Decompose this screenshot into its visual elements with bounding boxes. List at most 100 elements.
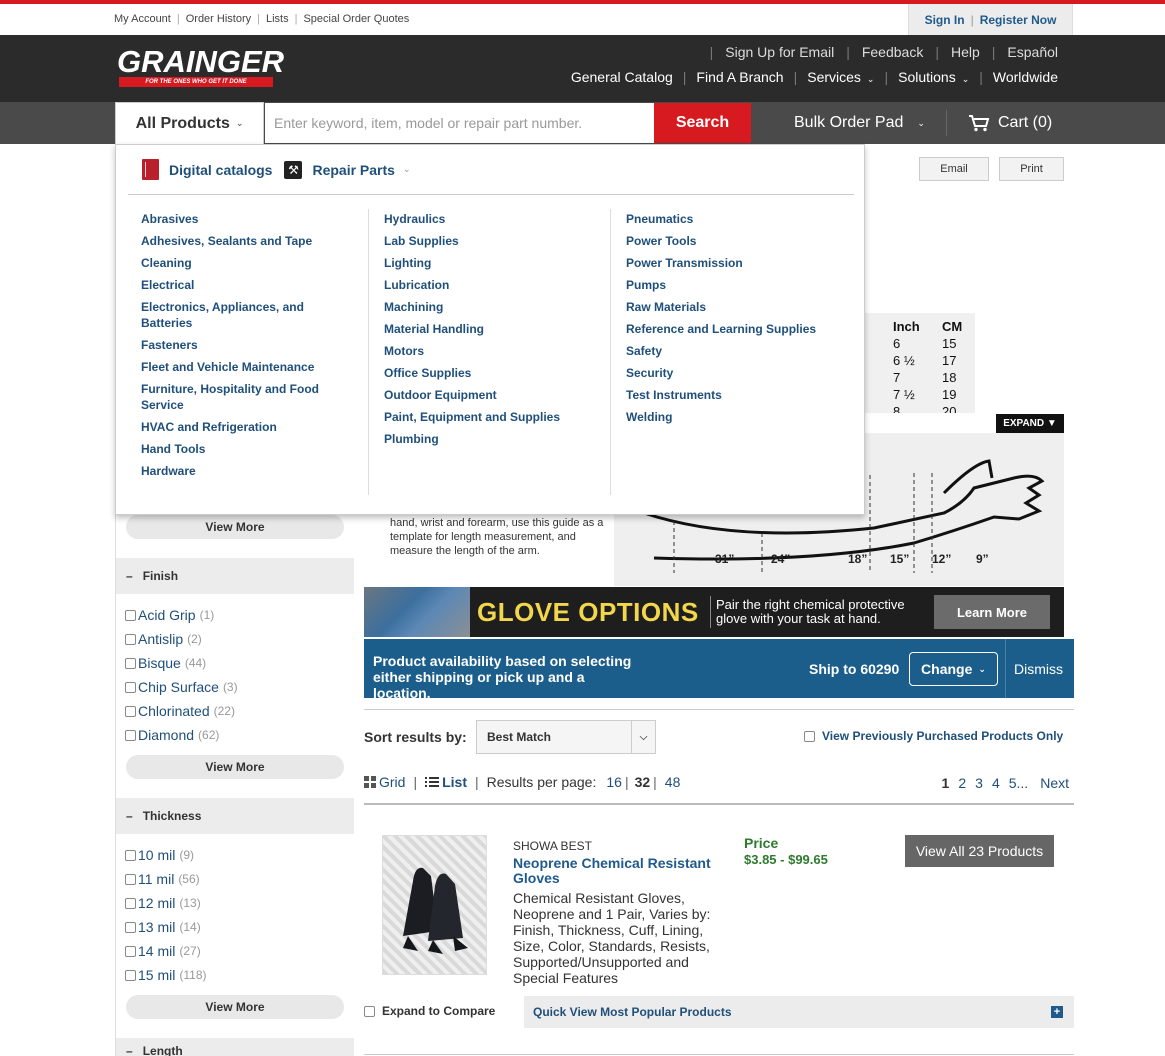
lists-link[interactable]: Lists (266, 13, 289, 25)
checkbox[interactable] (125, 969, 136, 981)
category-link[interactable]: Hydraulics (384, 211, 614, 227)
sort-select[interactable]: Best Match ⌵ (476, 720, 656, 754)
checkbox[interactable] (125, 873, 136, 885)
view-previously-purchased-toggle[interactable]: View Previously Purchased Products Only (804, 729, 1063, 743)
learn-more-button[interactable]: Learn More (934, 595, 1050, 629)
sign-in-link[interactable]: Sign In (925, 13, 965, 27)
checkbox[interactable] (125, 729, 136, 741)
special-order-quotes-link[interactable]: Special Order Quotes (303, 13, 409, 25)
view-all-products-button[interactable]: View All 23 Products (905, 835, 1054, 867)
general-catalog-link[interactable]: General Catalog (571, 69, 673, 85)
view-more-button[interactable]: View More (126, 755, 344, 779)
product-title-link[interactable]: Neoprene Chemical Resistant Gloves (513, 856, 723, 886)
dismiss-button[interactable]: Dismiss (1014, 661, 1063, 677)
checkbox[interactable] (125, 705, 136, 717)
all-products-menu[interactable]: All Products ⌄ (115, 102, 264, 144)
view-more-button[interactable]: View More (126, 515, 344, 539)
category-link[interactable]: Plumbing (384, 431, 614, 447)
page-3[interactable]: 3 (975, 775, 983, 791)
facet-option[interactable]: Chip Surface (3) (125, 675, 238, 699)
category-link[interactable]: Motors (384, 343, 614, 359)
category-link[interactable]: Office Supplies (384, 365, 614, 381)
plus-icon[interactable]: + (1051, 1006, 1063, 1018)
category-link[interactable]: Power Transmission (626, 255, 856, 271)
grainger-logo[interactable]: GRAINGER FOR THE ONES WHO GET IT DONE ® (117, 46, 284, 89)
facet-header-finish[interactable]: – Finish (116, 558, 354, 594)
bulk-order-pad-menu[interactable]: Bulk Order Pad ⌄ (794, 102, 925, 144)
category-link[interactable]: Power Tools (626, 233, 856, 249)
repair-parts-link[interactable]: Repair Parts (312, 162, 394, 178)
category-link[interactable]: Reference and Learning Supplies (626, 321, 856, 337)
search-input[interactable] (265, 103, 654, 143)
glove-options-banner[interactable]: GLOVE OPTIONS Pair the right chemical pr… (364, 587, 1064, 637)
facet-header-length[interactable]: – Length (116, 1038, 354, 1056)
order-history-link[interactable]: Order History (186, 13, 251, 25)
category-link[interactable]: Machining (384, 299, 614, 315)
category-link[interactable]: Security (626, 365, 856, 381)
category-link[interactable]: Furniture, Hospitality and Food Service (141, 381, 331, 413)
page-5[interactable]: 5... (1009, 775, 1028, 791)
facet-option[interactable]: 14 mil (27) (125, 939, 206, 963)
help-link[interactable]: Help (951, 44, 980, 60)
product-image[interactable] (382, 835, 487, 975)
facet-option[interactable]: Bisque (44) (125, 651, 238, 675)
category-link[interactable]: Lubrication (384, 277, 614, 293)
category-link[interactable]: HVAC and Refrigeration (141, 419, 371, 435)
category-link[interactable]: Abrasives (141, 211, 371, 227)
view-more-button[interactable]: View More (126, 995, 344, 1019)
category-link[interactable]: Outdoor Equipment (384, 387, 614, 403)
checkbox[interactable] (125, 657, 136, 669)
sign-up-email-link[interactable]: Sign Up for Email (725, 44, 834, 60)
facet-option[interactable]: Acid Grip (1) (125, 603, 238, 627)
category-link[interactable]: Hand Tools (141, 441, 371, 457)
category-link[interactable]: Pumps (626, 277, 856, 293)
facet-option[interactable]: 10 mil (9) (125, 843, 206, 867)
category-link[interactable]: Material Handling (384, 321, 614, 337)
cart-button[interactable]: Cart (0) (968, 102, 1052, 144)
solutions-menu[interactable]: Solutions ⌄ (898, 69, 969, 85)
expand-to-compare[interactable]: Expand to Compare (364, 1004, 495, 1018)
category-link[interactable]: Adhesives, Sealants and Tape (141, 233, 371, 249)
facet-option[interactable]: 12 mil (13) (125, 891, 206, 915)
category-link[interactable]: Safety (626, 343, 856, 359)
per-page-32[interactable]: 32 (635, 774, 651, 790)
feedback-link[interactable]: Feedback (862, 44, 923, 60)
category-link[interactable]: Paint, Equipment and Supplies (384, 409, 614, 425)
checkbox[interactable] (125, 609, 136, 621)
quick-view-bar[interactable]: Quick View Most Popular Products + (524, 996, 1074, 1028)
checkbox[interactable] (364, 1005, 375, 1017)
list-view-button[interactable]: List (425, 774, 467, 790)
checkbox[interactable] (804, 730, 815, 742)
expand-button[interactable]: EXPAND ▼ (996, 414, 1064, 433)
category-link[interactable]: Lighting (384, 255, 614, 271)
facet-header-thickness[interactable]: – Thickness (116, 798, 354, 834)
checkbox[interactable] (125, 681, 136, 693)
category-link[interactable]: Pneumatics (626, 211, 856, 227)
category-link[interactable]: Electronics, Appliances, and Batteries (141, 299, 326, 331)
per-page-16[interactable]: 16 (606, 774, 622, 790)
checkbox[interactable] (125, 921, 136, 933)
checkbox[interactable] (125, 897, 136, 909)
services-menu[interactable]: Services ⌄ (807, 69, 874, 85)
page-1[interactable]: 1 (942, 775, 950, 791)
digital-catalogs-link[interactable]: Digital catalogs (169, 162, 272, 178)
my-account-link[interactable]: My Account (114, 13, 171, 25)
category-link[interactable]: Electrical (141, 277, 371, 293)
checkbox[interactable] (125, 633, 136, 645)
facet-option[interactable]: Diamond (62) (125, 723, 238, 747)
category-link[interactable]: Lab Supplies (384, 233, 614, 249)
category-link[interactable]: Cleaning (141, 255, 371, 271)
per-page-48[interactable]: 48 (665, 774, 681, 790)
change-location-button[interactable]: Change ⌄ (909, 652, 998, 686)
page-4[interactable]: 4 (992, 775, 1000, 791)
category-link[interactable]: Test Instruments (626, 387, 856, 403)
find-branch-link[interactable]: Find A Branch (696, 69, 783, 85)
espanol-link[interactable]: Español (1007, 44, 1058, 60)
category-link[interactable]: Fleet and Vehicle Maintenance (141, 359, 371, 375)
print-button[interactable]: Print (999, 157, 1064, 181)
category-link[interactable]: Welding (626, 409, 856, 425)
email-button[interactable]: Email (919, 157, 989, 181)
grid-view-button[interactable]: Grid (364, 774, 405, 790)
facet-option[interactable]: Chlorinated (22) (125, 699, 238, 723)
category-link[interactable]: Hardware (141, 463, 371, 479)
